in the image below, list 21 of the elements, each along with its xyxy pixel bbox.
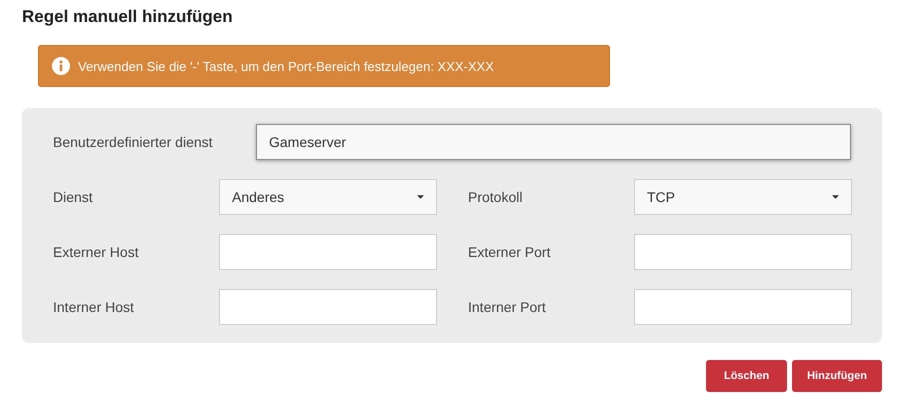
info-icon (52, 57, 70, 75)
caret-icon (832, 195, 839, 199)
field-label: Interner Port (468, 299, 547, 315)
input-field[interactable] (634, 234, 852, 270)
alert-text: Verwenden Sie die '-' Taste, um den Port-Bereich festzulegen: XXX-XXX (78, 58, 494, 74)
input-field[interactable]: Gameserver (256, 124, 851, 160)
field-label: Interner Host (53, 299, 135, 315)
action-button[interactable]: Löschen (706, 360, 788, 392)
page-title: Regel manuell hinzufügen (22, 6, 234, 28)
field-label: Protokoll (468, 189, 524, 205)
field-label: Dienst (53, 189, 94, 205)
field-label: Benutzerdefinierter dienst (53, 134, 214, 150)
field-label: Externer Host (53, 244, 140, 260)
input-field[interactable] (219, 234, 437, 270)
dropdown[interactable]: TCP (634, 179, 852, 215)
input-field[interactable] (634, 289, 852, 325)
input-field[interactable] (219, 289, 437, 325)
action-button[interactable]: Hinzufügen (792, 360, 882, 392)
dropdown[interactable]: Anderes (219, 179, 437, 215)
caret-icon (417, 195, 424, 199)
field-label: Externer Port (468, 244, 552, 260)
